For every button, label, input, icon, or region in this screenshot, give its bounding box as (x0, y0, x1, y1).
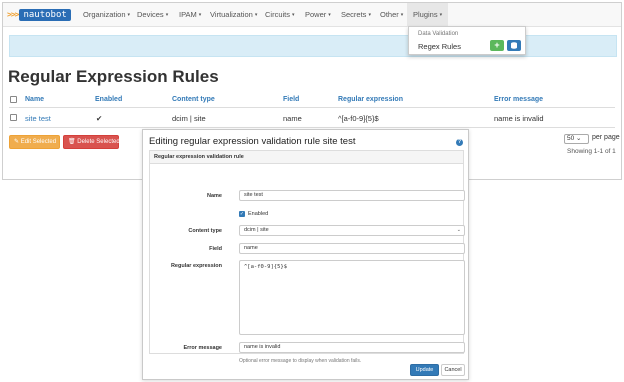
nav-virtualization[interactable]: Virtualization ▾ (210, 3, 257, 27)
page-title: Regular Expression Rules (8, 67, 219, 86)
rule-name-link[interactable]: site test (25, 114, 51, 123)
content-type-label: Content type (188, 228, 222, 234)
nav-ipam[interactable]: IPAM ▾ (179, 3, 201, 27)
caret-down-icon: ▾ (198, 12, 202, 19)
chevron-down-icon: ⌄ (456, 227, 461, 233)
nav-circuits[interactable]: Circuits ▾ (265, 3, 295, 27)
enabled-check-icon: ✔ (96, 114, 103, 123)
caret-down-icon: ▾ (368, 12, 371, 19)
dropdown-item-regex-rules[interactable]: Regex Rules (418, 42, 461, 51)
pagination-summary: Showing 1-1 of 1 (567, 148, 616, 155)
column-header-error-message[interactable]: Error message (494, 96, 543, 103)
rule-field: name (283, 114, 302, 123)
edit-selected-button[interactable]: ✎ Edit Selected (9, 135, 60, 149)
nav-secrets[interactable]: Secrets ▾ (341, 3, 371, 27)
error-message-label: Error message (183, 345, 222, 351)
add-regex-rule-button[interactable]: + (490, 40, 504, 51)
column-header-regex[interactable]: Regular expression (338, 96, 403, 103)
delete-selected-button[interactable]: 🗑 Delete Selected (63, 135, 120, 149)
dropdown-header: Data Validation (418, 31, 459, 37)
cancel-button[interactable]: Cancel (441, 364, 465, 376)
column-header-enabled[interactable]: Enabled (95, 96, 122, 103)
field-label: Field (209, 246, 222, 252)
table-divider (9, 107, 615, 108)
caret-down-icon: ▾ (439, 12, 443, 19)
rule-regex: ^[a-f0-9]{5}$ (338, 114, 379, 123)
column-header-field[interactable]: Field (283, 96, 299, 103)
regex-label: Regular expression (170, 263, 222, 269)
name-label: Name (207, 193, 222, 199)
caret-down-icon: ▾ (254, 12, 258, 19)
form-panel: Regular expression validation rule Name … (149, 150, 465, 364)
nav-organization[interactable]: Organization ▾ (83, 3, 130, 27)
row-select-checkbox[interactable] (10, 114, 17, 121)
caret-down-icon: ▾ (292, 12, 295, 19)
nav-power[interactable]: Power ▾ (305, 3, 331, 27)
form-title: Editing regular expression validation ru… (149, 136, 356, 147)
nav-plugins[interactable]: Plugins ▾ (407, 3, 449, 27)
column-header-content-type[interactable]: Content type (172, 96, 215, 103)
logo-chevrons: >>> (7, 10, 19, 19)
help-icon[interactable]: ? (456, 139, 463, 146)
plugins-dropdown-menu: Data Validation Regex Rules + (408, 26, 526, 55)
rule-error-message: name is invalid (494, 114, 544, 123)
per-page-label: per page (592, 134, 620, 141)
error-message-help: Optional error message to display when v… (239, 358, 362, 364)
table-divider (9, 127, 615, 128)
field-input[interactable]: name (239, 243, 465, 254)
update-button[interactable]: Update (410, 364, 439, 376)
per-page-select[interactable]: 50 ⌄ (564, 134, 589, 144)
nav-devices[interactable]: Devices ▾ (137, 3, 168, 27)
enabled-label: Enabled (248, 211, 269, 217)
chevron-down-icon: ⌄ (576, 135, 582, 142)
edit-rule-form: Editing regular expression validation ru… (142, 129, 469, 380)
database-icon (511, 42, 517, 49)
select-all-checkbox[interactable] (10, 96, 17, 103)
nav-other[interactable]: Other ▾ (380, 3, 403, 27)
panel-heading: Regular expression validation rule (150, 151, 463, 164)
caret-down-icon: ▾ (400, 12, 404, 19)
caret-down-icon: ▾ (165, 12, 169, 19)
regex-textarea[interactable]: ^[a-f0-9]{5}$ (239, 260, 465, 335)
enabled-checkbox[interactable]: ✓ (239, 211, 245, 217)
caret-down-icon: ▾ (127, 12, 131, 19)
name-field[interactable]: site test (239, 190, 465, 201)
content-type-select[interactable]: dcim | site ⌄ (239, 225, 465, 236)
logo-wordmark: nautobot (19, 8, 71, 21)
rule-content-type: dcim | site (172, 114, 206, 123)
error-message-field[interactable]: name is invalid (239, 342, 465, 353)
caret-down-icon: ▾ (328, 12, 331, 19)
nautobot-logo[interactable]: >>> nautobot (7, 7, 71, 22)
top-navbar: >>> nautobot Organization ▾ Devices ▾ IPAM… (3, 3, 621, 27)
import-regex-rules-button[interactable] (507, 40, 521, 51)
column-header-name[interactable]: Name (25, 96, 44, 103)
